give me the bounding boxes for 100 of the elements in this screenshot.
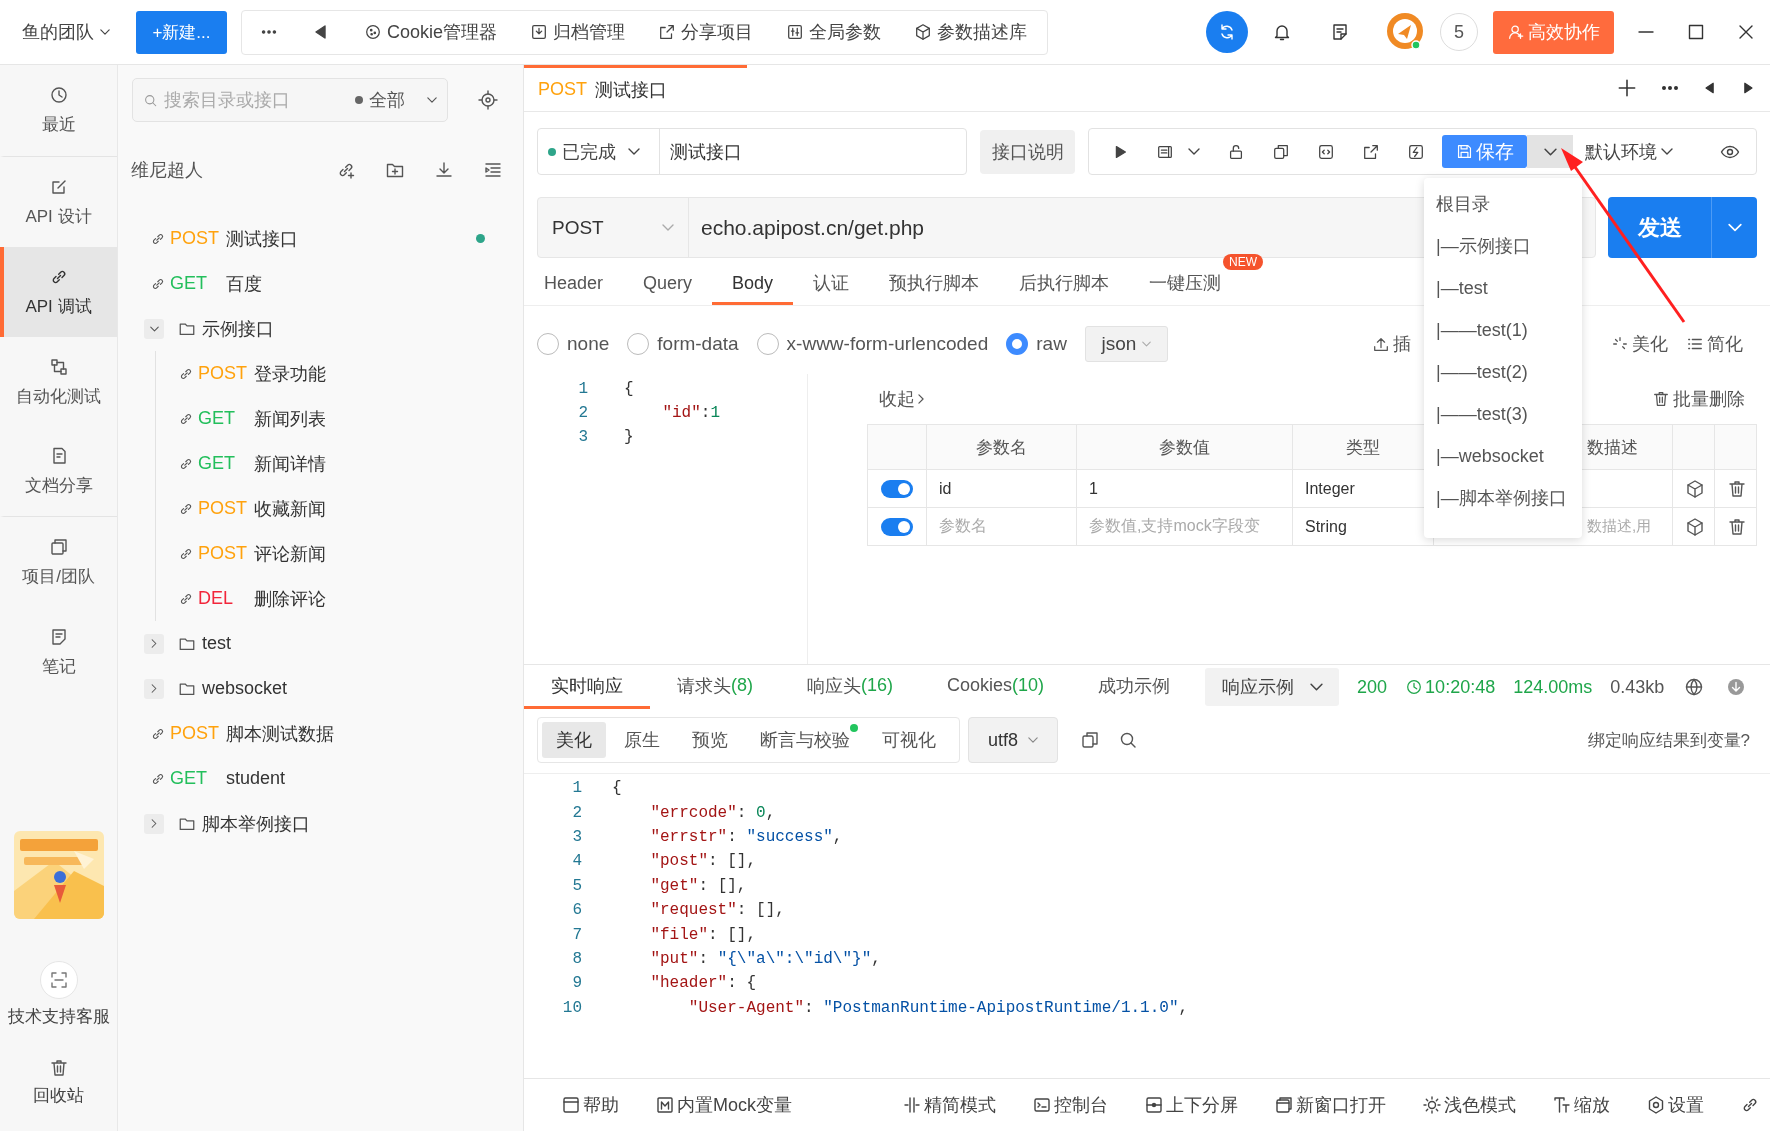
- insert-button[interactable]: 插: [1372, 332, 1411, 356]
- menu-item[interactable]: |—脚本举例接口: [1424, 477, 1582, 519]
- code-editor[interactable]: 1 { 2 "id":1 3 }: [524, 374, 808, 664]
- filter-dropdown[interactable]: 全部: [355, 88, 437, 112]
- environment-dropdown[interactable]: 默认环境: [1585, 139, 1673, 164]
- nav-item[interactable]: API 设计: [0, 157, 117, 247]
- encoding-dropdown[interactable]: utf8: [968, 717, 1058, 763]
- request-tab[interactable]: Query: [623, 264, 713, 305]
- line-number: 1: [571, 779, 582, 798]
- toolbar-button[interactable]: 全局参数: [786, 20, 882, 44]
- response-tab[interactable]: 成功示例: [1071, 665, 1198, 709]
- method-label: GET: [170, 273, 208, 294]
- view-tab[interactable]: 可视化: [868, 722, 950, 758]
- api-name[interactable]: 脚本测试数据: [226, 721, 334, 746]
- method-label: DEL: [198, 588, 234, 609]
- view-tab[interactable]: 美化: [542, 722, 606, 758]
- simplify-button[interactable]: 简化: [1686, 332, 1743, 356]
- view-tab[interactable]: 预览: [678, 722, 742, 758]
- status-bar-button[interactable]: 内置Mock变量: [655, 1093, 792, 1117]
- line-number: 4: [571, 852, 582, 871]
- line-number: 10: [561, 998, 582, 1017]
- line-number: 2: [577, 404, 588, 422]
- format-dropdown[interactable]: json: [1084, 326, 1168, 362]
- line-number: 1: [577, 380, 588, 398]
- response-tab[interactable]: 请求头(8): [650, 665, 780, 709]
- view-tab[interactable]: 原生: [610, 722, 674, 758]
- nav-item[interactable]: 项目/团队: [0, 517, 117, 607]
- support-label[interactable]: 技术支持客服: [0, 1005, 117, 1028]
- folder-name[interactable]: test: [202, 633, 231, 654]
- team-dropdown[interactable]: 鱼的团队: [22, 20, 110, 44]
- body-type-radio[interactable]: none: [537, 333, 610, 355]
- nav-item[interactable]: 笔记: [0, 607, 117, 697]
- code-line: "put": "{\"a\":\"id\"}",: [649, 949, 881, 968]
- project-owner: 维尼超人: [131, 159, 203, 182]
- line-number: 3: [571, 827, 582, 846]
- param-cell[interactable]: String: [1305, 517, 1347, 535]
- search-bar[interactable]: 搜索目录或接口 全部: [132, 78, 448, 122]
- menu-item[interactable]: |——test(2): [1424, 351, 1582, 393]
- beautify-button[interactable]: 美化: [1611, 332, 1668, 356]
- body-type-radio[interactable]: raw: [1006, 333, 1067, 355]
- url-field[interactable]: echo.apipost.cn/get.php: [701, 198, 924, 257]
- api-name[interactable]: 测试接口: [226, 226, 298, 251]
- menu-item[interactable]: |——test(1): [1424, 309, 1582, 351]
- status-bar-button[interactable]: 精简模式: [902, 1093, 996, 1117]
- folder-name[interactable]: 脚本举例接口: [202, 811, 310, 836]
- view-tab[interactable]: 断言与校验: [746, 722, 864, 758]
- new-button[interactable]: +新建...: [136, 10, 227, 54]
- api-name[interactable]: 新闻列表: [254, 406, 326, 431]
- status-bar-button[interactable]: 控制台: [1032, 1093, 1108, 1117]
- response-tab[interactable]: 响应头(16): [780, 665, 920, 709]
- method-label: POST: [198, 498, 248, 519]
- status-bar-button[interactable]: 缩放: [1552, 1093, 1610, 1117]
- nav-item[interactable]: 自动化测试: [0, 337, 117, 427]
- bind-link[interactable]: 绑定响应结果到变量?: [1587, 728, 1750, 752]
- status-bar-button[interactable]: 帮助: [561, 1093, 619, 1117]
- request-tab[interactable]: Body: [712, 264, 794, 305]
- param-cell[interactable]: 1: [1089, 479, 1098, 497]
- method-label: GET: [170, 768, 208, 789]
- request-tab[interactable]: Header: [524, 264, 624, 305]
- nav-item[interactable]: 最近: [0, 65, 117, 157]
- nav-item[interactable]: 文档分享: [0, 427, 117, 517]
- code-line: {: [612, 779, 622, 798]
- menu-item[interactable]: |—test: [1424, 267, 1582, 309]
- toolbar-button[interactable]: 分享项目: [658, 20, 754, 44]
- trash-label[interactable]: 回收站: [0, 1084, 117, 1107]
- api-name[interactable]: student: [226, 768, 286, 789]
- collapse-button[interactable]: 收起: [879, 387, 924, 411]
- folder-name[interactable]: 示例接口: [202, 316, 274, 341]
- toolbar-button[interactable]: Cookie管理器: [364, 20, 498, 44]
- method-label: POST: [198, 543, 248, 564]
- body-type-radio[interactable]: x-www-form-urlencoded: [756, 333, 989, 355]
- status-bar-button[interactable]: 新窗口打开: [1274, 1093, 1386, 1117]
- doc-button[interactable]: 接口说明: [980, 129, 1075, 174]
- api-name[interactable]: 百度: [226, 271, 262, 296]
- request-tab[interactable]: 后执行脚本: [999, 264, 1130, 305]
- line-number: 5: [571, 876, 582, 895]
- request-tab[interactable]: 认证: [793, 264, 870, 305]
- response-tab[interactable]: Cookies(10): [920, 665, 1072, 709]
- status-bar-button[interactable]: 浅色模式: [1422, 1093, 1516, 1117]
- api-name[interactable]: 新闻详情: [254, 451, 326, 476]
- response-tab[interactable]: 实时响应: [524, 665, 650, 709]
- bulk-delete-button[interactable]: 批量删除: [1652, 387, 1745, 411]
- method-dropdown[interactable]: POST: [538, 198, 689, 257]
- body-type-radio[interactable]: form-data: [627, 333, 739, 355]
- api-name[interactable]: 收藏新闻: [254, 496, 326, 521]
- request-tab[interactable]: 预执行脚本: [869, 264, 1000, 305]
- folder-name[interactable]: websocket: [202, 678, 288, 699]
- param-cell[interactable]: id: [939, 479, 952, 497]
- example-dropdown[interactable]: 响应示例: [1205, 668, 1340, 706]
- api-name[interactable]: 删除评论: [254, 586, 326, 611]
- status-bar-button[interactable]: 设置: [1646, 1093, 1704, 1117]
- toolbar-button[interactable]: 归档管理: [530, 20, 626, 44]
- api-name[interactable]: 评论新闻: [254, 541, 326, 566]
- method-label: POST: [198, 363, 248, 384]
- code-line: "post": [],: [649, 852, 757, 871]
- toolbar-button[interactable]: 参数描述库: [914, 20, 1028, 44]
- param-cell[interactable]: Integer: [1305, 479, 1355, 497]
- api-name[interactable]: 登录功能: [254, 361, 326, 386]
- nav-item[interactable]: API 调试: [0, 247, 117, 337]
- status-bar-button[interactable]: 上下分屏: [1144, 1093, 1238, 1117]
